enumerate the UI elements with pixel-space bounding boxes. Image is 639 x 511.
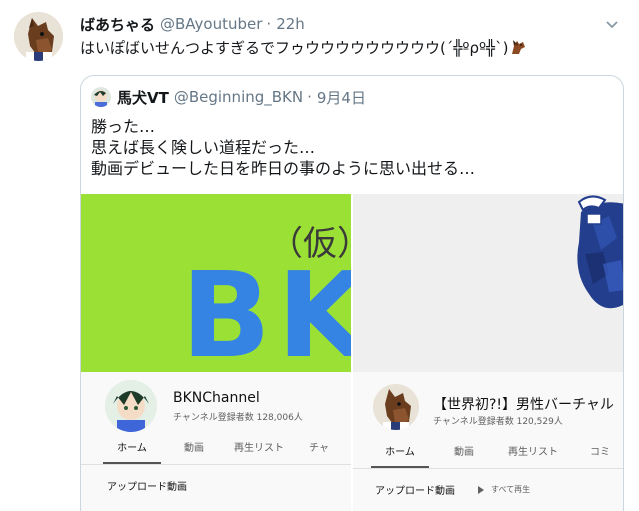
uploads-label: アップロード動画 xyxy=(375,486,455,497)
divider xyxy=(353,468,623,469)
channel-avatar-right xyxy=(373,384,419,430)
display-name[interactable]: ばあちゃる xyxy=(80,14,155,35)
media-image-right[interactable]: 【世界初?!】男性バーチャル チャンネル登録者数 120,529人 ホーム 動画… xyxy=(353,194,623,511)
tweet-text: はいぽばいせんつよすぎるでフゥウウウウウウウウウ(´╬ºρº╬`) xyxy=(80,38,527,58)
channel-avatar-left xyxy=(105,380,157,432)
channel-name-left: BKNChannel xyxy=(173,390,260,406)
channel-tabs-right: ホーム 動画 再生リスト コミ xyxy=(363,442,623,468)
separator-dot: · xyxy=(307,88,312,106)
divider xyxy=(81,464,351,465)
vtuber-avatar-icon xyxy=(105,380,157,432)
chevron-down-icon[interactable] xyxy=(603,15,621,33)
tab-home: ホーム xyxy=(363,442,437,468)
quoted-tweet-header: 馬犬VT @Beginning_BKN · 9月4日 xyxy=(91,86,366,108)
banner-bkn-text: BKN xyxy=(181,246,351,372)
tweet-timestamp[interactable]: 22h xyxy=(276,15,305,33)
quoted-user-avatar[interactable] xyxy=(91,87,111,107)
uploads-section-right: アップロード動画 すべて再生 xyxy=(375,482,530,497)
uploads-label: アップロード動画 xyxy=(107,482,187,493)
tab-videos: 動画 xyxy=(184,443,204,454)
play-icon xyxy=(478,485,484,494)
separator-dot: · xyxy=(266,15,272,33)
media-image-left[interactable]: （仮） BKN BKNChannel チャンネル登録者数 128,006人 ホー… xyxy=(81,194,351,511)
quoted-display-name[interactable]: 馬犬VT xyxy=(117,87,169,108)
quoted-tweet-date[interactable]: 9月4日 xyxy=(317,87,366,108)
tab-community: コミ xyxy=(590,447,610,458)
tab-channels: チャ xyxy=(309,443,329,454)
quoted-text-line: 勝った… xyxy=(91,117,156,136)
channel-name-right: 【世界初?!】男性バーチャル xyxy=(433,397,614,413)
tweet-header: ばあちゃる @BAyoutuber · 22h xyxy=(80,13,629,35)
quoted-tweet-text: 勝った… 思えば長く険しい道程だった… 動画デビューした日を昨日の事のように思い… xyxy=(91,116,475,179)
subscriber-count-right: チャンネル登録者数 120,529人 xyxy=(433,417,563,427)
horse-mask-icon xyxy=(14,12,63,61)
vtuber-avatar-icon xyxy=(91,87,111,107)
uploads-section-left: アップロード動画 xyxy=(107,478,187,493)
user-handle[interactable]: @BAyoutuber xyxy=(160,15,262,33)
play-all-label: すべて再生 xyxy=(491,485,531,494)
channel-banner-right xyxy=(353,194,623,372)
tweet-text-content: はいぽばいせんつよすぎるでフゥウウウウウウウウウ(´╬ºρº╬`) xyxy=(80,39,509,57)
channel-tabs-left: ホーム 動画 再生リスト チャ xyxy=(95,438,339,464)
banner-art xyxy=(353,194,623,372)
subscriber-count-left: チャンネル登録者数 128,006人 xyxy=(173,413,303,423)
play-all: すべて再生 xyxy=(477,484,530,495)
user-avatar[interactable] xyxy=(14,12,63,61)
quoted-text-line: 思えば長く険しい道程だった… xyxy=(91,138,316,157)
tab-home: ホーム xyxy=(95,438,169,464)
quoted-text-line: 動画デビューした日を昨日の事のように思い出せる… xyxy=(91,159,476,178)
horse-emoji-icon xyxy=(509,38,527,56)
tab-videos: 動画 xyxy=(454,447,474,458)
quoted-tweet-card[interactable]: 馬犬VT @Beginning_BKN · 9月4日 勝った… 思えば長く険しい… xyxy=(80,75,624,511)
tab-playlists: 再生リスト xyxy=(508,447,558,458)
media-grid[interactable]: （仮） BKN BKNChannel チャンネル登録者数 128,006人 ホー… xyxy=(81,194,623,511)
tab-playlists: 再生リスト xyxy=(234,443,284,454)
channel-banner-left: （仮） BKN xyxy=(81,194,351,372)
quoted-user-handle[interactable]: @Beginning_BKN xyxy=(174,88,303,106)
horse-mask-icon xyxy=(373,384,419,430)
